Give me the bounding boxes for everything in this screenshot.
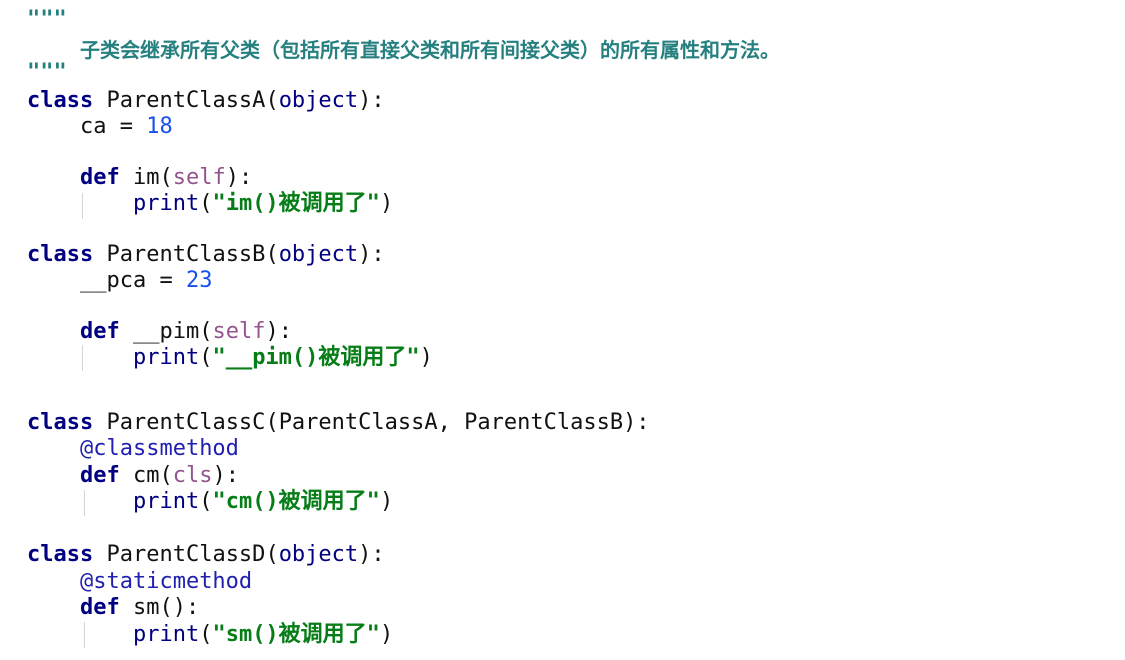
class-name-b: ParentClassB (106, 242, 266, 267)
code-line-print-a: print("im()被调用了") (132, 191, 394, 216)
code-line-docstring-open: """ (27, 7, 67, 32)
code-line-def-d: def sm(): (79, 595, 200, 620)
code-line-decorator-d: @staticmethod (79, 569, 253, 594)
class-name-a: ParentClassA (106, 88, 266, 113)
code-line-decorator-c: @classmethod (79, 436, 239, 461)
code-line-print-b: print("__pim()被调用了") (132, 345, 433, 370)
class-name-d: ParentClassD (106, 542, 266, 567)
code-line-def-a: def im(self): (79, 165, 253, 190)
docstring-text: 子类会继承所有父类（包括所有直接父类和所有间接父类）的所有属性和方法。 (79, 38, 780, 62)
code-line-docstring-close: """ (27, 60, 67, 85)
code-line-print-c: print("cm()被调用了") (132, 489, 394, 514)
code-line-class-d: class ParentClassD(object): (27, 542, 385, 567)
code-editor[interactable]: """ 子类会继承所有父类（包括所有直接父类和所有间接父类）的所有属性和方法。 … (0, 0, 1125, 660)
code-line-class-a: class ParentClassA(object): (27, 88, 385, 113)
class-name-c: ParentClassC (106, 410, 266, 435)
code-line-def-b: def __pim(self): (79, 319, 292, 344)
code-line-class-b: class ParentClassB(object): (27, 242, 385, 267)
code-line-class-c: class ParentClassC(ParentClassA, ParentC… (27, 410, 650, 435)
code-line-def-c: def cm(cls): (79, 463, 239, 488)
code-line-attr-a: ca = 18 (79, 114, 173, 139)
code-line-attr-b: __pca = 23 (79, 268, 213, 293)
code-line-docstring-text: 子类会继承所有父类（包括所有直接父类和所有间接父类）的所有属性和方法。 (27, 37, 780, 63)
code-line-print-d: print("sm()被调用了") (132, 622, 394, 647)
